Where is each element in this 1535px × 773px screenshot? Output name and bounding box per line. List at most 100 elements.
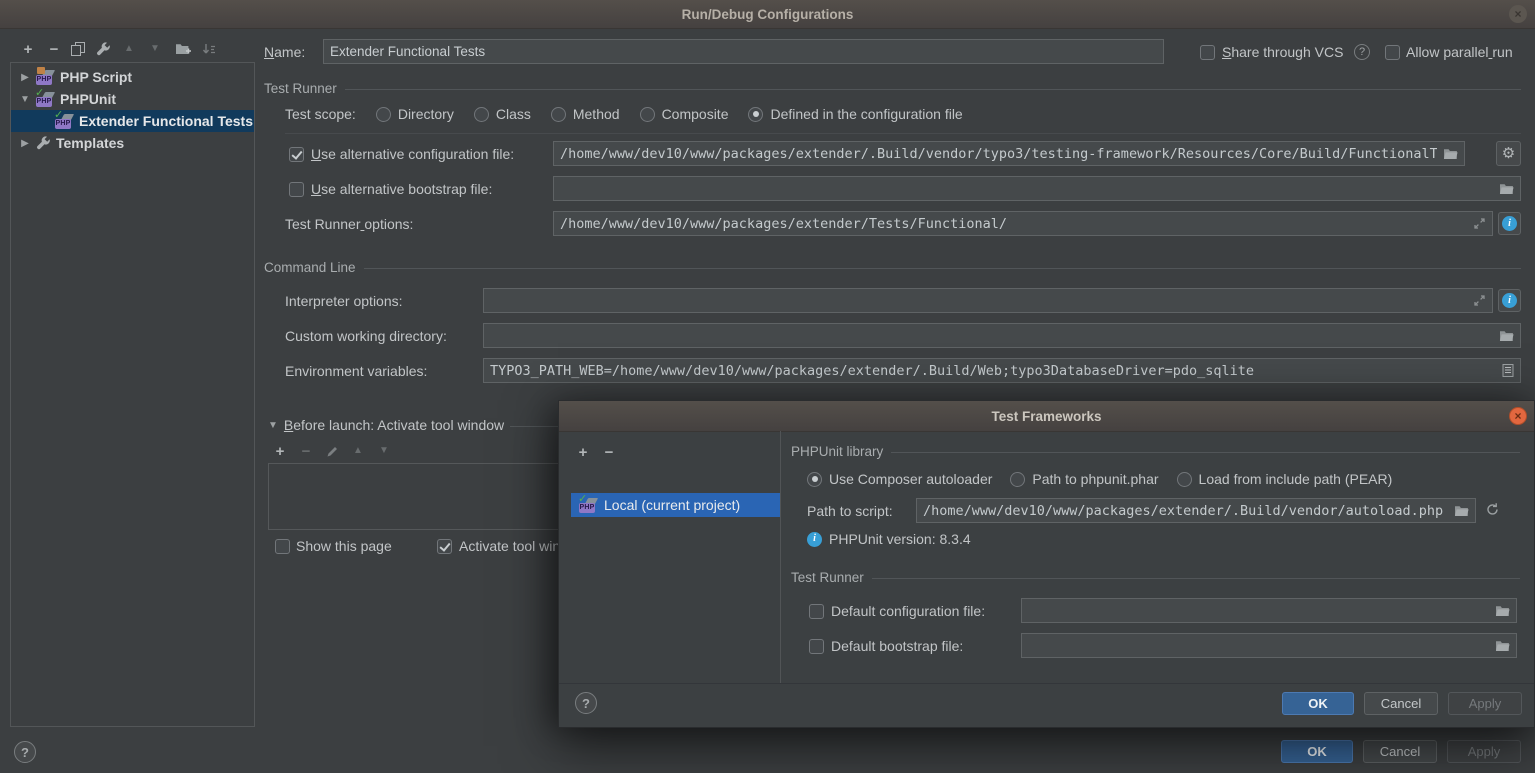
before-launch-add-button[interactable]: + (270, 442, 290, 460)
load-from-include-path-radio[interactable]: Load from include path (PEAR) (1177, 471, 1393, 487)
arrow-up-icon: ▲ (124, 44, 134, 54)
path-to-script-input[interactable]: /home/www/dev10/www/packages/extender/.B… (916, 498, 1476, 523)
scope-directory-radio[interactable]: Directory (376, 106, 454, 122)
minus-icon: − (605, 445, 614, 460)
sort-az-icon (202, 42, 216, 57)
folder-icon[interactable] (1443, 147, 1458, 160)
copy-configuration-button[interactable] (68, 40, 88, 58)
scope-method-radio[interactable]: Method (551, 106, 620, 122)
apply-button[interactable]: Apply (1447, 740, 1521, 763)
before-launch-edit-button[interactable] (322, 442, 342, 460)
folder-icon[interactable] (1499, 182, 1514, 195)
dialog-help-button[interactable]: ? (575, 692, 597, 714)
vcs-help-icon[interactable]: ? (1354, 44, 1370, 60)
chevron-right-icon[interactable]: ▶ (19, 138, 31, 149)
use-alternative-configuration-file-checkbox[interactable] (289, 147, 304, 162)
window-close-icon[interactable]: × (1509, 5, 1527, 23)
environment-variables-label: Environment variables: (285, 363, 427, 379)
interpreter-options-input[interactable] (483, 288, 1493, 313)
browse-variables-icon[interactable] (1502, 364, 1514, 377)
share-through-vcs-checkbox[interactable] (1200, 45, 1215, 60)
move-down-button[interactable]: ▼ (145, 40, 165, 58)
cancel-button[interactable]: Cancel (1363, 740, 1437, 763)
ok-button[interactable]: OK (1281, 740, 1353, 763)
default-bootstrap-file-checkbox[interactable] (809, 639, 824, 654)
edit-templates-button[interactable] (93, 40, 113, 58)
default-bootstrap-file-input[interactable] (1021, 633, 1517, 658)
environment-variables-input[interactable]: TYPO3_PATH_WEB=/home/www/dev10/www/packa… (483, 358, 1521, 383)
remove-framework-button[interactable]: − (599, 443, 619, 461)
arrow-down-icon: ▼ (379, 446, 389, 456)
dialog-ok-button[interactable]: OK (1282, 692, 1354, 715)
alternative-bootstrap-file-input[interactable] (553, 176, 1521, 201)
screen: { "window": { "title": "Run/Debug Config… (0, 0, 1535, 773)
phpunit-icon: ✓PHP (55, 114, 74, 129)
chevron-down-icon[interactable]: ▼ (19, 94, 31, 105)
custom-working-directory-label: Custom working directory: (285, 328, 447, 344)
chevron-down-icon[interactable]: ▼ (268, 420, 278, 431)
before-launch-remove-button[interactable]: − (296, 442, 316, 460)
reload-phpunit-version-button[interactable] (1485, 502, 1500, 517)
sort-configurations-button[interactable] (199, 40, 219, 58)
scope-class-radio[interactable]: Class (474, 106, 531, 122)
tree-item-php-script[interactable]: ▶ PHP PHP Script (11, 66, 254, 88)
move-up-button[interactable]: ▲ (119, 40, 139, 58)
tree-item-templates[interactable]: ▶ Templates (11, 132, 254, 154)
default-configuration-file-input[interactable] (1021, 598, 1517, 623)
folder-icon[interactable] (1495, 604, 1510, 617)
add-configuration-button[interactable]: + (18, 40, 38, 58)
remove-configuration-button[interactable]: − (44, 40, 64, 58)
dialog-apply-button[interactable]: Apply (1448, 692, 1522, 715)
divider (285, 133, 1521, 134)
allow-parallel-run-checkbox[interactable] (1385, 45, 1400, 60)
show-this-page-label: Show this page (296, 538, 392, 554)
tree-item-extender-functional-tests[interactable]: ✓PHP Extender Functional Tests (11, 110, 254, 132)
show-this-page-checkbox[interactable] (275, 539, 290, 554)
dialog-cancel-button[interactable]: Cancel (1364, 692, 1438, 715)
alternative-configuration-file-input[interactable]: /home/www/dev10/www/packages/extender/.B… (553, 141, 1465, 166)
scope-defined-in-configuration-file-radio[interactable]: Defined in the configuration file (748, 106, 962, 122)
configuration-settings-button[interactable]: ⚙ (1496, 141, 1521, 166)
plus-icon: + (579, 445, 588, 460)
tree-item-phpunit[interactable]: ▼ ✓PHP PHPUnit (11, 88, 254, 110)
dialog-titlebar: Test Frameworks × (559, 401, 1534, 432)
expand-icon[interactable] (1473, 217, 1486, 230)
use-alternative-configuration-file-label: Use alternative configuration file: (311, 146, 514, 162)
test-runner-options-input[interactable]: /home/www/dev10/www/packages/extender/Te… (553, 211, 1493, 236)
help-button[interactable]: ? (14, 741, 36, 763)
path-to-phpunit-phar-radio[interactable]: Path to phpunit.phar (1010, 471, 1158, 487)
folder-icon[interactable] (1499, 329, 1514, 342)
pencil-icon (326, 445, 339, 458)
scope-composite-radio[interactable]: Composite (640, 106, 729, 122)
dialog-title: Test Frameworks (991, 409, 1101, 424)
folder-icon[interactable] (1454, 504, 1469, 517)
use-alternative-bootstrap-file-checkbox[interactable] (289, 182, 304, 197)
info-icon: i (807, 532, 822, 547)
tree-item-label: Templates (56, 135, 124, 151)
chevron-right-icon[interactable]: ▶ (19, 72, 31, 83)
folder-icon[interactable] (1495, 639, 1510, 652)
php-script-icon: PHP (36, 70, 55, 85)
test-scope-row: Test scope: Directory Class Method Compo… (285, 105, 963, 123)
add-framework-button[interactable]: + (573, 443, 593, 461)
create-folder-button[interactable] (173, 40, 193, 58)
dialog-close-icon[interactable]: × (1509, 407, 1527, 425)
expand-icon[interactable] (1473, 294, 1486, 307)
before-launch-move-down-button[interactable]: ▼ (374, 442, 394, 460)
info-icon: i (1502, 216, 1517, 231)
name-input[interactable]: Extender Functional Tests (323, 39, 1164, 64)
default-configuration-file-checkbox[interactable] (809, 604, 824, 619)
plus-icon: + (276, 444, 285, 459)
use-alternative-bootstrap-file-label: Use alternative bootstrap file: (311, 181, 492, 197)
plus-icon: + (24, 42, 33, 57)
activate-tool-window-checkbox[interactable] (437, 539, 452, 554)
use-composer-autoloader-radio[interactable]: Use Composer autoloader (807, 471, 992, 487)
test-runner-options-info-button[interactable]: i (1498, 212, 1521, 235)
custom-working-directory-input[interactable] (483, 323, 1521, 348)
allow-parallel-run-label: Allow parallel run (1406, 44, 1513, 60)
wrench-icon (96, 42, 111, 57)
test-frameworks-dialog: Test Frameworks × + − ✓PHP Local (curren… (558, 400, 1535, 728)
interpreter-options-info-button[interactable]: i (1498, 289, 1521, 312)
before-launch-move-up-button[interactable]: ▲ (348, 442, 368, 460)
framework-item-local[interactable]: ✓PHP Local (current project) (571, 493, 780, 517)
